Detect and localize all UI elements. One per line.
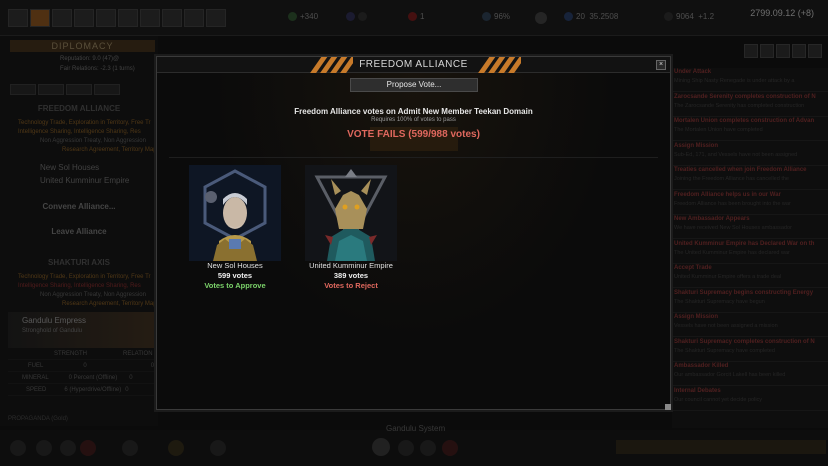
alliance-vote-dialog: FREEDOM ALLIANCE × Propose Vote... Freed… bbox=[156, 56, 671, 410]
voter-card-new-sol-houses[interactable]: New Sol Houses 599 votes Votes to Approv… bbox=[175, 165, 295, 295]
propose-vote-button[interactable]: Propose Vote... bbox=[350, 78, 478, 92]
resize-handle[interactable] bbox=[665, 404, 671, 410]
voter-card-united-kumminur-empire[interactable]: United Kumminur Empire 389 votes Votes t… bbox=[291, 165, 411, 295]
voter-stance-reject: Votes to Reject bbox=[324, 281, 378, 290]
vote-requirement: Requires 100% of votes to pass bbox=[371, 117, 456, 123]
vote-title: Freedom Alliance votes on Admit New Memb… bbox=[294, 107, 533, 116]
close-button[interactable]: × bbox=[656, 60, 666, 70]
voter-name: New Sol Houses bbox=[207, 261, 263, 270]
alien-leader-portrait-icon bbox=[305, 165, 397, 261]
voter-votes: 389 votes bbox=[333, 271, 369, 280]
human-leader-portrait-icon bbox=[189, 165, 281, 261]
vote-result: VOTE FAILS (599/988 votes) bbox=[347, 129, 480, 140]
united-kumminur-empire-portrait bbox=[305, 165, 397, 261]
voter-stance-approve: Votes to Approve bbox=[204, 281, 266, 290]
dialog-title-bar: FREEDOM ALLIANCE × bbox=[157, 57, 670, 73]
divider bbox=[169, 157, 658, 158]
voter-votes: 599 votes bbox=[217, 271, 253, 280]
new-sol-houses-portrait bbox=[189, 165, 281, 261]
voter-name: United Kumminur Empire bbox=[309, 261, 393, 270]
dialog-title: FREEDOM ALLIANCE bbox=[359, 59, 468, 70]
game-screen: +340 1 96% 20 35.2508 9064 +1.2 2799.09.… bbox=[0, 0, 828, 466]
